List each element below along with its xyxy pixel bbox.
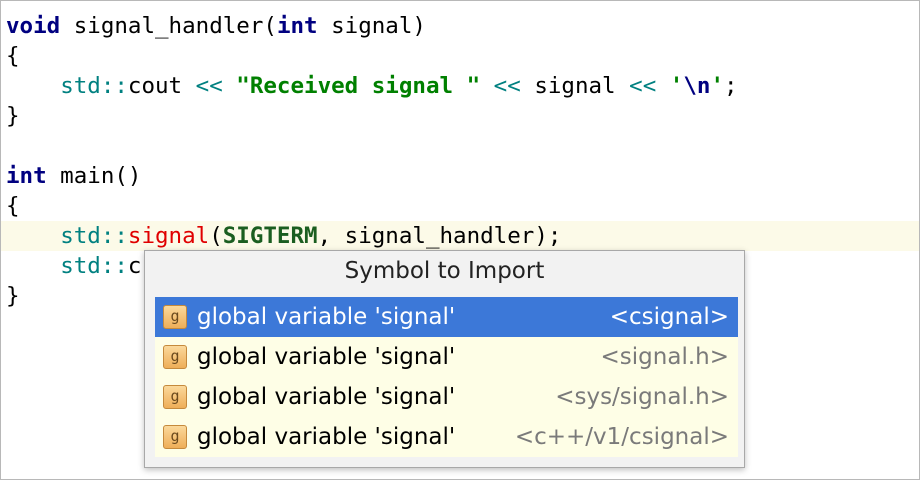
unresolved-symbol[interactable]: signal <box>128 223 209 249</box>
keyword: int <box>276 13 318 39</box>
code-line-3[interactable]: std::cout << "Received signal " << signa… <box>1 71 919 101</box>
identifier: signal <box>534 73 616 99</box>
code-line-6[interactable]: int main() <box>1 161 919 191</box>
option-label: global variable 'signal' <box>197 424 456 450</box>
code-line-1[interactable]: void signal_handler(int signal) <box>1 11 919 41</box>
scope-operator: :: <box>100 253 128 279</box>
code-editor[interactable]: void signal_handler(int signal) { std::c… <box>0 0 920 480</box>
global-variable-icon: g <box>163 345 187 369</box>
stream-operator: << <box>615 73 670 99</box>
macro: SIGTERM <box>222 223 318 249</box>
code-text: , signal_handler); <box>317 223 562 249</box>
code-line-4[interactable]: } <box>1 101 919 131</box>
option-label: global variable 'signal' <box>197 344 456 370</box>
keyword: void <box>6 13 61 39</box>
import-option-signal-h[interactable]: g global variable 'signal' <signal.h> <box>155 337 738 377</box>
identifier: cout <box>127 73 183 99</box>
char-quote: ' <box>710 73 724 99</box>
code-line-8-current[interactable]: std::signal(SIGTERM, signal_handler); <box>1 221 919 251</box>
global-variable-icon: g <box>163 385 187 409</box>
namespace: std <box>60 73 101 99</box>
brace: { <box>6 193 20 219</box>
brace: } <box>6 103 20 129</box>
scope-operator: :: <box>100 223 128 249</box>
code-line-7[interactable]: { <box>1 191 919 221</box>
code-line-2[interactable]: { <box>1 41 919 71</box>
brace: { <box>6 43 20 69</box>
option-header: <signal.h> <box>600 344 729 370</box>
popup-title: Symbol to Import <box>344 258 545 284</box>
import-option-cpp-v1-csignal[interactable]: g global variable 'signal' <c++/v1/csign… <box>155 417 738 457</box>
option-header: <csignal> <box>609 304 729 330</box>
scope-operator: :: <box>100 73 128 99</box>
option-header: <sys/signal.h> <box>555 384 729 410</box>
option-label: global variable 'signal' <box>197 304 456 330</box>
string-literal: "Received signal " <box>236 73 481 99</box>
paren: ( <box>209 223 223 249</box>
global-variable-icon: g <box>163 305 187 329</box>
symbol-import-popup[interactable]: Symbol to Import g global variable 'sign… <box>144 250 745 468</box>
import-option-sys-signal-h[interactable]: g global variable 'signal' <sys/signal.h… <box>155 377 738 417</box>
code-text: main() <box>46 163 142 189</box>
namespace: std <box>60 253 101 279</box>
code-text: signal) <box>317 13 426 39</box>
semicolon: ; <box>723 73 738 99</box>
stream-operator: << <box>480 73 535 99</box>
escape-sequence: \n <box>683 73 711 99</box>
stream-operator: << <box>182 73 237 99</box>
keyword: int <box>6 163 47 189</box>
global-variable-icon: g <box>163 425 187 449</box>
brace: } <box>6 283 20 309</box>
import-option-csignal[interactable]: g global variable 'signal' <csignal> <box>155 297 738 337</box>
namespace: std <box>60 223 101 249</box>
import-candidate-list[interactable]: g global variable 'signal' <csignal> g g… <box>155 297 738 457</box>
char-quote: ' <box>669 73 684 99</box>
code-text: signal_handler( <box>60 13 277 39</box>
option-header: <c++/v1/csignal> <box>514 424 729 450</box>
option-label: global variable 'signal' <box>197 384 456 410</box>
identifier: c <box>127 253 142 279</box>
